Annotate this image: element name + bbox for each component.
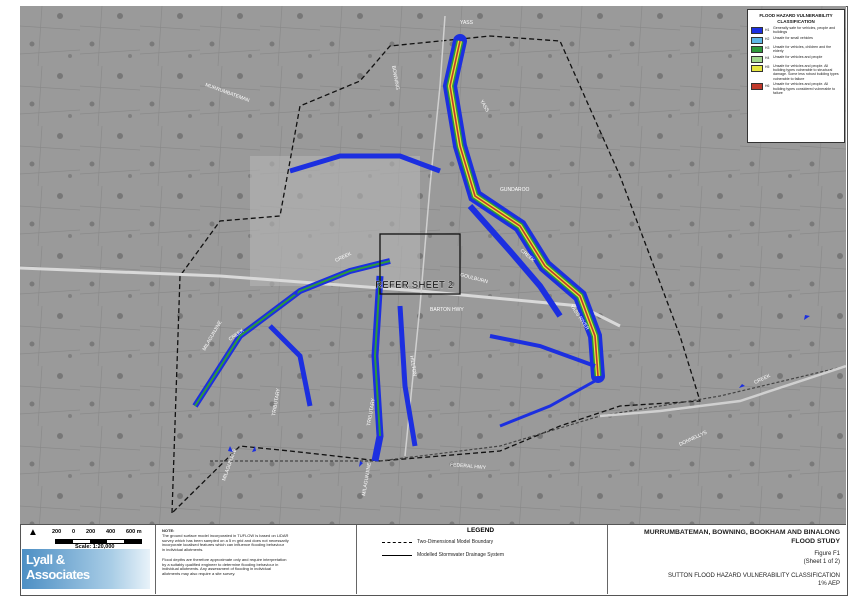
hazard-class-row: H4 Unsafe for vehicles and people [751,55,841,63]
refer-sheet-label: REFER SHEET 2 [375,280,454,291]
hazard-class-row: H3 Unsafe for vehicles, children and the… [751,45,841,54]
scale-tick: 400 [106,529,116,535]
hazard-code: H5 [765,65,770,70]
hazard-class-row: H5 Unsafe for vehicles and people. All b… [751,64,841,82]
scale-tick: 0 [72,529,76,535]
hazard-desc: Unsafe for vehicles and people. All buil… [773,82,836,96]
drainage-symbol [382,555,412,556]
aerial-background [20,6,846,524]
hazard-swatch [751,27,763,34]
boundary-symbol [382,542,412,543]
note-line: allotments may also require a site surve… [162,571,236,577]
logo-line1: Lyall & [26,552,65,567]
notes-section: NOTE: The ground surface model incorpora… [156,525,357,594]
hazard-swatch [751,64,763,72]
sheet-number: (Sheet 1 of 2) [803,559,840,565]
hazard-swatch [751,45,763,53]
hazard-desc: Generally safe for vehicles, people and … [773,26,836,35]
scale-tick: 200 [86,529,96,535]
company-logo: Lyall & Associates [22,549,150,589]
label-gundaroo: GUNDAROO [500,187,530,193]
label-barton-hwy: BARTON HWY [430,307,464,313]
title-line2: FLOOD STUDY [791,538,840,545]
legend-section: LEGEND Two-Dimensional Model Boundary Mo… [357,525,608,594]
title-section: MURRUMBATEMAN, BOWNING, BOOKHAM AND BINA… [608,525,846,594]
flood-map: REFER SHEET 2 YASS MURRUMBATEMAN BOWNING… [20,6,846,524]
notes: NOTE: The ground surface model incorpora… [162,528,352,577]
figure-aep: 1% AEP [817,581,840,587]
hazard-swatch [751,36,763,44]
map-frame: REFER SHEET 2 YASS MURRUMBATEMAN BOWNING… [20,6,846,525]
scale-tick: 600 m [126,529,142,535]
figure-subtitle: SUTTON FLOOD HAZARD VULNERABILITY CLASSI… [667,573,840,579]
north-arrow-icon: ▲ [28,527,38,538]
title-line1: MURRUMBATEMAN, BOWNING, BOOKHAM AND BINA… [644,529,840,536]
legend-title: LEGEND [467,527,495,534]
hazard-class-row: H2 Unsafe for small vehicles [751,36,841,44]
hazard-swatch [751,83,763,91]
hazard-legend-title: FLOOD HAZARD VULNERABILITY CLASSIFICATIO… [759,13,833,24]
logo-line2: Associates [26,567,90,582]
hazard-class-row: H6 Unsafe for vehicles and people. All b… [751,82,841,95]
legend-boundary: Two-Dimensional Model Boundary [417,539,494,545]
figure-number: Figure F1 [814,551,840,557]
hazard-code: H2 [765,37,770,42]
scale-tick: 200 [52,529,62,535]
label-yass: YASS [460,20,474,26]
hazard-desc: Unsafe for vehicles and people [773,54,823,59]
hazard-desc: Unsafe for vehicles, children and the el… [773,44,832,54]
hazard-swatch [751,55,763,63]
hazard-code: H6 [765,83,770,88]
hazard-class-row: H1 Generally safe for vehicles, people a… [751,26,841,35]
hazard-legend: FLOOD HAZARD VULNERABILITY CLASSIFICATIO… [747,9,845,143]
hazard-desc: Unsafe for small vehicles [773,35,813,40]
scale-section: ▲ 200 0 200 400 600 m Scale: 1:20,000 Ly… [20,525,156,594]
hazard-code: H1 [765,27,770,32]
legend-drainage: Modelled Stormwater Drainage System [417,552,504,558]
title-block: ▲ 200 0 200 400 600 m Scale: 1:20,000 Ly… [20,525,846,594]
hazard-code: H4 [765,56,770,61]
hazard-desc: Unsafe for vehicles and people. All buil… [773,63,839,81]
town-area [250,156,420,286]
hazard-code: H3 [765,46,770,51]
